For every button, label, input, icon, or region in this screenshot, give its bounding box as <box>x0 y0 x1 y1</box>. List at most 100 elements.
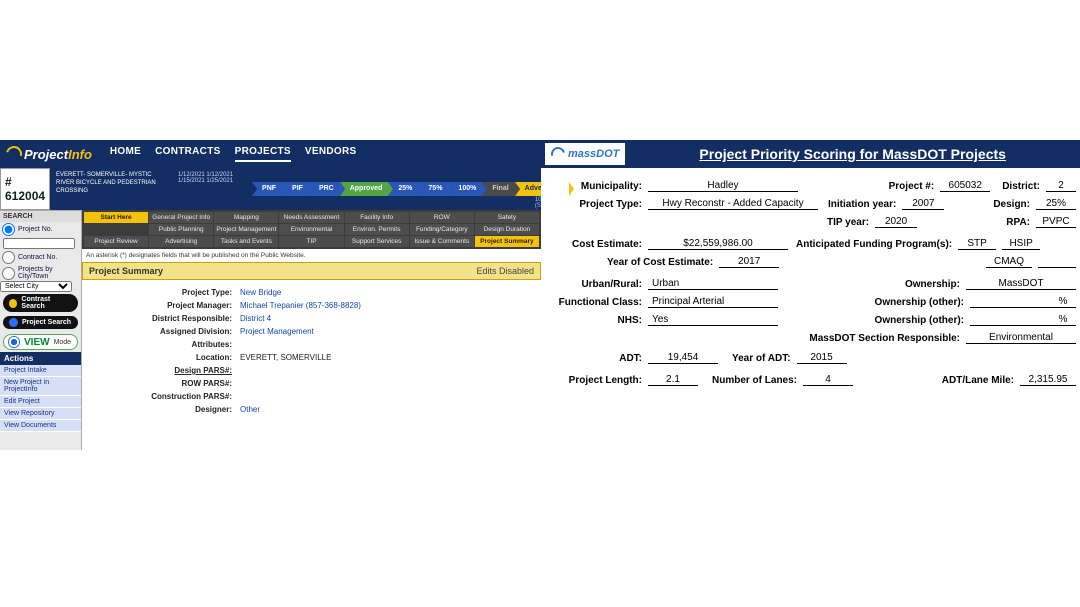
value-fclass: Principal Arterial <box>648 296 778 308</box>
stage-approved[interactable]: Approved <box>340 182 389 196</box>
radio-contract-no[interactable]: Contract No. <box>0 250 81 265</box>
value-adt: 19,454 <box>648 352 718 364</box>
nav-contracts[interactable]: CONTRACTS <box>155 146 220 162</box>
value-nhs: Yes <box>648 314 778 326</box>
action-view-repository[interactable]: View Repository <box>0 408 81 420</box>
label-adt: ADT: <box>547 353 642 364</box>
label-design-pars: Design PARS#: <box>90 366 240 375</box>
view-mode-indicator: VIEW Mode <box>3 334 78 350</box>
action-view-documents[interactable]: View Documents <box>0 420 81 432</box>
action-project-intake[interactable]: Project Intake <box>0 365 81 377</box>
stage-pipeline: PNF PIF PRC Approved 25% 75% 100% Final … <box>248 168 573 210</box>
tab-project-review[interactable]: Project Review <box>84 236 148 247</box>
value-proj-len: 2.1 <box>648 374 698 386</box>
summary-form: Project Type:New Bridge Project Manager:… <box>82 280 541 422</box>
label-proj-len: Project Length: <box>547 375 642 386</box>
priority-scoring-panel: massDOT Project Priority Scoring for Mas… <box>541 140 1080 450</box>
tab-environ-permits[interactable]: Environ. Permits <box>345 224 409 235</box>
value-section-resp: Environmental <box>966 332 1076 344</box>
value-location: EVERETT, SOMERVILLE <box>240 353 331 362</box>
projectinfo-topbar: ProjectInfo HOME CONTRACTS PROJECTS VEND… <box>0 140 541 168</box>
project-header-row: # 612004 EVERETT- SOMERVILLE- MYSTIC RIV… <box>0 168 541 210</box>
search-input[interactable] <box>3 238 75 249</box>
tab-support-services[interactable]: Support Services <box>345 236 409 247</box>
mode-label: Mode <box>54 339 72 346</box>
main-area: Start Here General Project Info Mapping … <box>82 210 541 450</box>
label-own-other2: Ownership (other): <box>875 315 964 326</box>
tab-environmental[interactable]: Environmental <box>279 224 343 235</box>
project-search-button[interactable]: Project Search <box>3 316 78 329</box>
label-year-of-adt: Year of ADT: <box>732 353 791 364</box>
tab-issue-comments[interactable]: Issue & Comments <box>410 236 474 247</box>
nav-projects[interactable]: PROJECTS <box>235 146 291 162</box>
view-label: VIEW <box>24 337 50 348</box>
left-sidebar: SEARCH Project No. Contract No. Projects… <box>0 210 82 450</box>
value-afp1: STP <box>958 238 996 250</box>
value-assigned-division: Project Management <box>240 327 314 336</box>
value-init-year: 2007 <box>902 198 944 210</box>
label-fclass: Functional Class: <box>547 297 642 308</box>
tab-start-here[interactable]: Start Here <box>84 212 148 223</box>
label-municipality: Municipality: <box>547 181 642 192</box>
label-design: Design: <box>993 199 1030 210</box>
tab-general-project-info[interactable]: General Project Info <box>149 212 213 223</box>
logo-text-em: Info <box>68 147 92 162</box>
label-location: Location: <box>90 353 240 362</box>
value-designer: Other <box>240 405 260 414</box>
tab-project-summary[interactable]: Project Summary <box>475 236 539 247</box>
eye-icon <box>8 336 20 348</box>
dot-icon <box>9 318 18 327</box>
value-cost-est: $22,559,986.00 <box>648 238 788 250</box>
asterisk-note: An asterisk (*) designates fields that w… <box>82 249 541 262</box>
tab-advertising[interactable]: Advertising <box>149 236 213 247</box>
project-dates: 1/12/2021 1/12/2021 1/15/2021 1/25/2021 <box>176 168 248 210</box>
value-district-responsible: District 4 <box>240 314 271 323</box>
value-own-other2-blank <box>970 325 1050 326</box>
tab-mapping[interactable]: Mapping <box>214 212 278 223</box>
project-number: # 612004 <box>5 175 45 203</box>
label-projectno: Project #: <box>889 181 935 192</box>
tab-tip[interactable]: TIP <box>279 236 343 247</box>
nav-vendors[interactable]: VENDORS <box>305 146 357 162</box>
project-description: EVERETT- SOMERVILLE- MYSTIC RIVER BICYCL… <box>50 168 176 210</box>
label-num-lanes: Number of Lanes: <box>712 375 797 386</box>
summary-title: Project Summary <box>89 266 163 276</box>
search-label: SEARCH <box>3 213 33 220</box>
tab-project-management[interactable]: Project Management <box>214 224 278 235</box>
contrast-search-button[interactable]: Contrast Search <box>3 294 78 312</box>
label-district-responsible: District Responsible: <box>90 314 240 323</box>
label-yoce: Year of Cost Estimate: <box>607 257 713 268</box>
label-designer: Designer: <box>90 405 240 414</box>
value-design: 25% <box>1036 198 1076 210</box>
tab-public-planning[interactable]: Public Planning <box>149 224 213 235</box>
top-nav: HOME CONTRACTS PROJECTS VENDORS <box>110 146 357 162</box>
tab-funding-category[interactable]: Funding/Category <box>410 224 474 235</box>
value-project-manager[interactable]: Michael Trepanier (857-368-8828) <box>240 301 361 310</box>
select-city[interactable]: Select City <box>0 281 72 292</box>
tab-safety[interactable]: Safety <box>475 212 539 223</box>
value-rpa: PVPC <box>1036 216 1076 228</box>
action-new-project[interactable]: New Project in ProjectInfo <box>0 377 81 396</box>
label-project-type: Project Type: <box>90 288 240 297</box>
radio-projects-by-city[interactable]: Projects by City/Town <box>0 265 81 281</box>
dot-icon <box>9 299 17 308</box>
value-project-type: Hwy Reconstr - Added Capacity <box>648 198 818 210</box>
tab-needs-assessment[interactable]: Needs Assessment <box>279 212 343 223</box>
swoosh-icon <box>548 144 567 163</box>
stage-pnf[interactable]: PNF <box>252 182 282 196</box>
label-assigned-division: Assigned Division: <box>90 327 240 336</box>
radio-project-no[interactable]: Project No. <box>0 222 81 237</box>
tab-row[interactable]: ROW <box>410 212 474 223</box>
label-construction-pars: Construction PARS#: <box>90 392 240 401</box>
label-nhs: NHS: <box>547 315 642 326</box>
tab-tasks-events[interactable]: Tasks and Events <box>214 236 278 247</box>
label-district: District: <box>1002 181 1040 192</box>
action-edit-project[interactable]: Edit Project <box>0 396 81 408</box>
stage-100[interactable]: 100% <box>448 182 482 196</box>
tab-design-duration[interactable]: Design Duration <box>475 224 539 235</box>
logo-text-main: Project <box>24 147 68 162</box>
projectinfo-panel: ProjectInfo HOME CONTRACTS PROJECTS VEND… <box>0 140 541 450</box>
value-afp3: CMAQ <box>986 256 1032 268</box>
nav-home[interactable]: HOME <box>110 146 141 162</box>
tab-facility-info[interactable]: Facility Info <box>345 212 409 223</box>
